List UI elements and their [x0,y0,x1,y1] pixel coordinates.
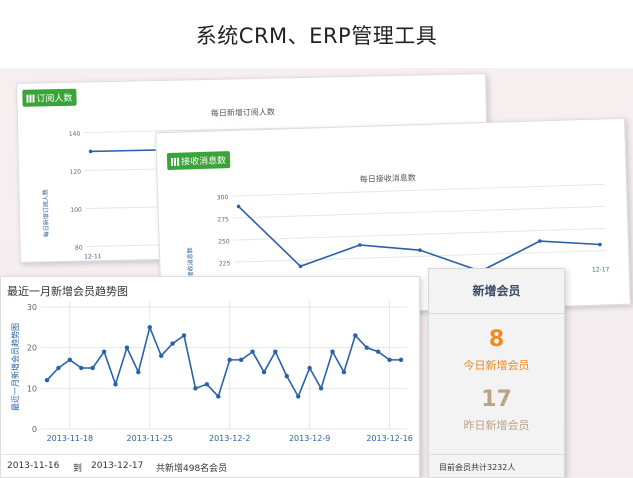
subscribers-ylabel: 每日新增订阅人数 [41,189,50,237]
trend-to-label: 到 [73,464,83,474]
y-tick-label: 275 [217,216,229,223]
trend-ylabel: 最近一月新增会员趋势图 [10,323,20,411]
x-tick-label: 12-17 [592,266,610,274]
data-point [204,382,210,387]
y-tick-label: 120 [70,169,82,176]
data-point [124,345,130,350]
subscribers-chart-title: 每日新增订阅人数 [211,107,275,118]
y-tick-label: 80 [75,245,83,252]
data-point [598,242,602,247]
yesterday-new-members-value: 17 [481,387,512,412]
data-point [330,349,335,354]
data-point [307,365,312,371]
data-point [44,378,50,383]
today-new-members-label: 今日新增会员 [463,359,530,372]
data-point [387,357,392,363]
data-point [88,149,93,154]
data-point [158,353,164,358]
gridline [232,183,605,197]
data-point [398,357,404,363]
data-point [101,349,107,354]
x-tick-label: 2013-12-2 [209,434,250,443]
series-line [237,205,600,273]
data-point [79,365,84,371]
data-point [375,349,381,354]
data-point [113,382,118,387]
trend-end-date: 2013-12-17 [91,461,144,471]
data-point [296,394,301,399]
y-tick-label: 20 [27,344,37,353]
data-point [181,333,187,338]
y-tick-label: 100 [70,207,82,214]
data-point [136,369,141,375]
data-point [353,333,358,338]
trend-chart: 最近一月新增会员趋势图 30 20 10 0 2013-11-18 2013-11-25 2… [10,301,413,443]
y-tick-label: 300 [217,194,229,201]
data-point [284,373,290,379]
y-tick-label: 250 [218,238,230,245]
data-point [170,341,175,346]
data-point [56,365,61,371]
data-point [250,349,255,354]
data-point [341,369,347,375]
page-title: 系统CRM、ERP管理工具 [195,24,438,48]
today-new-members-value: 8 [488,327,505,352]
trend-footer: 2013-11-16 到 2013-12-17 共新增498名会员 [1,454,419,477]
data-point [67,357,73,363]
y-tick-label: 0 [32,425,37,434]
total-members-footer: 目前会员共计3232人 [429,454,564,477]
data-point [238,357,244,363]
gridline [232,205,605,219]
series-line [46,324,401,399]
data-point [193,386,198,391]
new-members-header: 新增会员 [429,269,564,314]
messages-chart-title: 每日接收消息数 [360,172,416,184]
y-tick-label: 140 [69,131,81,138]
x-tick-label: 12-11 [84,253,102,260]
y-tick-label: 10 [27,384,37,393]
data-point [364,345,369,350]
x-tick-label: 2013-11-25 [127,434,174,443]
data-point [318,386,324,391]
yesterday-new-members-label: 昨日新增会员 [463,419,530,432]
x-tick-label: 2013-11-18 [47,434,94,443]
y-tick-label: 30 [27,303,37,312]
data-point [90,365,95,371]
data-point [227,357,232,363]
data-point [216,394,221,399]
x-tick-label: 2013-12-9 [289,434,330,443]
gridline [233,227,606,241]
trend-card: 最近一月新增会员趋势图 最近一月新增会员趋势图 30 20 10 0 2013-11-1… [0,276,420,478]
data-point [273,349,278,354]
new-members-panel: 新增会员 8 今日新增会员 17 昨日新增会员 目前会员共计3232人 [428,268,565,478]
data-point [147,325,152,330]
total-members-text: 目前会员共计3232人 [439,463,516,472]
y-tick-label: 225 [219,260,231,267]
messages-ylabel: 接收消息数 [186,247,195,277]
trend-total: 共新增498名会员 [156,464,228,474]
trend-start-date: 2013-11-16 [7,461,60,471]
data-point [418,248,422,252]
x-tick-label: 2013-12-16 [366,434,413,443]
header-bar: 系统CRM、ERP管理工具 [0,0,633,68]
data-point [261,369,267,375]
